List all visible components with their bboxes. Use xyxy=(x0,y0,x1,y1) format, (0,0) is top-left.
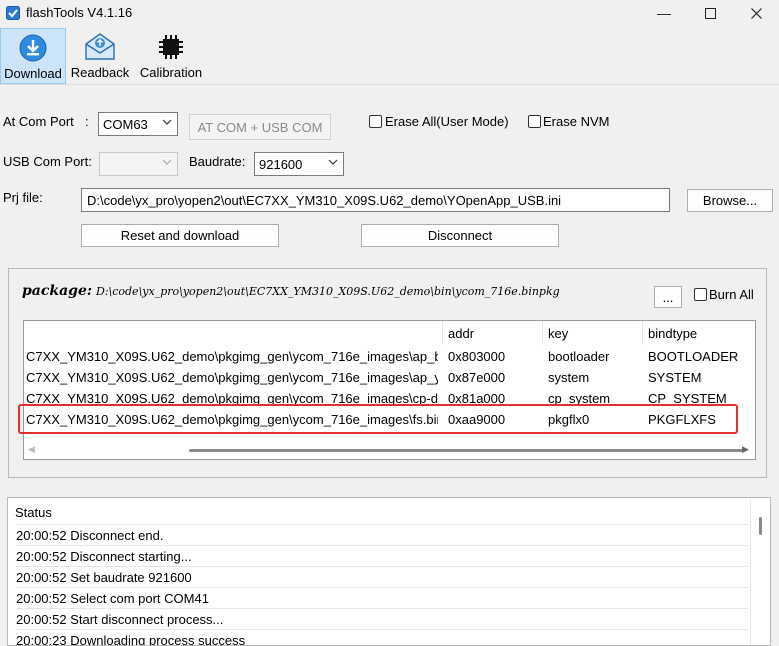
app-icon xyxy=(6,6,20,20)
divider xyxy=(16,524,748,525)
prj-file-input[interactable]: D:\code\yx_pro\yopen2\out\EC7XX_YM310_X0… xyxy=(81,188,670,212)
addr-cell: 0x803000 xyxy=(448,349,506,364)
package-list[interactable]: addr key bindtype C7XX_YM310_X09S.U62_de… xyxy=(23,320,756,460)
divider xyxy=(16,566,748,567)
download-tool-button[interactable]: Download xyxy=(0,28,66,84)
table-row[interactable]: C7XX_YM310_X09S.U62_demo\pkgimg_gen\ycom… xyxy=(24,367,755,388)
package-path: D:\code\yx_pro\yopen2\out\EC7XX_YM310_X0… xyxy=(96,285,560,298)
chip-icon xyxy=(159,35,183,59)
at-com-port-value: COM63 xyxy=(103,117,148,132)
erase-nvm-label: Erase NVM xyxy=(543,114,610,129)
browse-button[interactable]: Browse... xyxy=(687,189,773,212)
close-icon xyxy=(750,7,762,19)
package-label: package: xyxy=(22,283,93,299)
chevron-down-icon xyxy=(162,159,172,165)
maximize-icon xyxy=(704,7,716,19)
maximize-button[interactable] xyxy=(687,0,733,26)
baudrate-label: Baudrate: xyxy=(189,154,246,169)
status-header: Status xyxy=(15,505,52,520)
chevron-down-icon xyxy=(328,159,338,165)
disconnect-button[interactable]: Disconnect xyxy=(361,224,559,247)
at-com-port-select[interactable]: COM63 xyxy=(98,112,178,136)
highlight-box xyxy=(18,404,738,434)
table-row[interactable]: C7XX_YM310_X09S.U62_demo\pkgimg_gen\ycom… xyxy=(24,346,755,367)
horizontal-scrollbar[interactable]: ◀ ▶ xyxy=(26,443,753,457)
minimize-icon: — xyxy=(657,5,671,21)
window-title: flashTools V4.1.16 xyxy=(26,5,133,20)
baudrate-value: 921600 xyxy=(259,157,303,172)
baudrate-select[interactable]: 921600 xyxy=(254,152,344,176)
readback-tool-button[interactable]: Readback xyxy=(68,28,132,84)
prj-file-value: D:\code\yx_pro\yopen2\out\EC7XX_YM310_X0… xyxy=(87,193,562,208)
column-header-bindtype[interactable]: bindtype xyxy=(643,321,755,345)
chevron-down-icon xyxy=(162,119,172,125)
scroll-right-icon[interactable]: ▶ xyxy=(742,444,749,455)
download-label: Download xyxy=(4,66,62,81)
erase-all-checkbox[interactable] xyxy=(369,115,382,128)
key-cell: system xyxy=(548,370,590,385)
column-header-key[interactable]: key xyxy=(543,321,643,345)
file-cell: C7XX_YM310_X09S.U62_demo\pkgimg_gen\ycom… xyxy=(26,370,438,385)
package-browse-button[interactable]: ... xyxy=(654,286,682,308)
scrollbar-track xyxy=(750,500,751,645)
readback-icon xyxy=(85,33,115,60)
column-header-file[interactable] xyxy=(24,321,443,345)
bindtype-cell: BOOTLOADER xyxy=(648,349,739,364)
usb-com-port-label: USB Com Port: xyxy=(3,154,92,169)
divider xyxy=(16,629,748,630)
divider xyxy=(16,608,748,609)
close-button[interactable] xyxy=(733,0,779,26)
log-line: 20:00:23 Downloading process success xyxy=(16,633,246,646)
at-com-port-colon: : xyxy=(85,114,89,129)
divider xyxy=(16,545,748,546)
scrollbar-thumb[interactable] xyxy=(759,517,762,535)
bindtype-cell: SYSTEM xyxy=(648,370,702,385)
download-icon xyxy=(19,34,47,62)
addr-cell: 0x87e000 xyxy=(448,370,506,385)
usb-com-port-select[interactable] xyxy=(99,152,178,176)
reset-and-download-button[interactable]: Reset and download xyxy=(81,224,279,247)
burn-all-label: Burn All xyxy=(709,287,754,302)
erase-all-label: Erase All(User Mode) xyxy=(385,114,509,129)
calibration-label: Calibration xyxy=(139,65,203,80)
calibration-tool-button[interactable]: Calibration xyxy=(136,28,206,84)
at-usb-com-button[interactable]: AT COM + USB COM xyxy=(189,114,331,140)
key-cell: bootloader xyxy=(548,349,610,364)
erase-nvm-checkbox[interactable] xyxy=(528,115,541,128)
status-log[interactable]: Status 20:00:52 Disconnect end. 20:00:52… xyxy=(7,497,771,646)
scrollbar-thumb[interactable] xyxy=(189,449,745,452)
file-cell: C7XX_YM310_X09S.U62_demo\pkgimg_gen\ycom… xyxy=(26,349,438,364)
readback-label: Readback xyxy=(70,65,130,80)
prj-file-label: Prj file: xyxy=(3,190,43,205)
burn-all-checkbox[interactable] xyxy=(694,288,707,301)
column-header-addr[interactable]: addr xyxy=(443,321,543,345)
minimize-button[interactable]: — xyxy=(641,0,687,26)
at-com-port-label: At Com Port xyxy=(3,114,74,129)
scroll-left-icon[interactable]: ◀ xyxy=(28,444,35,455)
divider xyxy=(16,587,748,588)
